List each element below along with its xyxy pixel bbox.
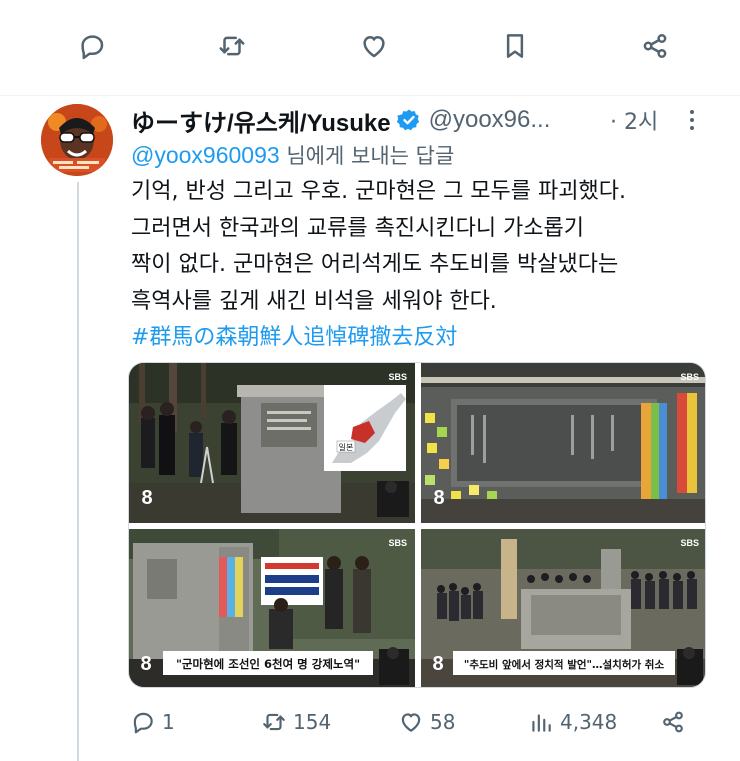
tweet-text-line: 그러면서 한국과의 교류를 촉진시킨다니 가소롭기	[131, 215, 585, 241]
verified-badge-icon	[396, 109, 419, 131]
display-name[interactable]: ゆーすけ/유스케/Yusuke	[131, 103, 391, 138]
bookmark-icon[interactable]	[497, 28, 533, 64]
media-image-memorial-plaque[interactable]: SBS 8	[421, 363, 706, 523]
views-button[interactable]: 4,348	[528, 700, 617, 744]
reply-to-line: @yoox960093 님에게 보내는 답글	[131, 140, 454, 170]
avatar[interactable]	[41, 104, 113, 176]
media-image-memorial-crowd[interactable]: SBS 8 "추도비 앞에서 정치적 발언"…설치허가 취소	[421, 529, 706, 688]
tweet-text-line: 흑역사를 깊게 새긴 비석을 세워야 한다.	[131, 288, 497, 314]
broadcaster-logo: SBS	[680, 538, 699, 548]
channel-logo: 8	[432, 653, 443, 675]
timestamp[interactable]: · 2시	[610, 102, 658, 138]
reply-to-suffix: 님에게 보내는 답글	[279, 144, 455, 168]
tweet-actions: 1 154 58 4,348	[130, 700, 710, 744]
share-icon	[663, 711, 683, 733]
reply-icon[interactable]	[74, 28, 110, 64]
channel-logo: 8	[433, 487, 444, 509]
reply-count: 1	[162, 710, 175, 734]
share-button[interactable]	[660, 700, 692, 744]
media-image-memorial-map[interactable]: 일본 SBS 8	[129, 363, 415, 523]
news-caption: "추도비 앞에서 정치적 발언"…설치허가 취소	[464, 658, 665, 671]
retweet-icon	[263, 713, 285, 731]
tweet-text-line: 기억, 반성 그리고 우호. 군마현은 그 모두를 파괴했다.	[131, 179, 626, 204]
channel-logo: 8	[141, 487, 152, 509]
handle[interactable]: @yoox96...	[429, 106, 551, 134]
more-options-icon[interactable]	[682, 104, 702, 136]
media-grid: 일본 SBS 8 SBS 8 SBS 8 "군마현에 조선인 6천여 명 강제노…	[128, 362, 706, 688]
like-icon[interactable]	[356, 28, 392, 64]
broadcaster-logo: SBS	[680, 372, 699, 382]
channel-logo: 8	[140, 653, 151, 675]
tweet-text-line: 짝이 없다. 군마현은 어리석게도 추도비를 박살냈다는	[131, 252, 619, 277]
reply-button[interactable]: 1	[130, 700, 175, 744]
media-image-memorial-banner[interactable]: SBS 8 "군마현에 조선인 6천여 명 강제노역"	[129, 529, 415, 688]
retweet-count: 154	[293, 710, 332, 734]
previous-tweet-actions	[0, 0, 740, 96]
tweet-text: 기억, 반성 그리고 우호. 군마현은 그 모두를 파괴했다. 그러면서 한국과…	[131, 174, 721, 357]
like-count: 58	[430, 710, 456, 734]
reply-to-mention[interactable]: @yoox960093	[131, 142, 280, 168]
news-caption: "군마현에 조선인 6천여 명 강제노역"	[176, 657, 360, 671]
map-label: 일본	[339, 443, 354, 452]
reply-icon	[133, 712, 153, 734]
retweet-icon[interactable]	[214, 28, 250, 64]
like-button[interactable]: 58	[398, 700, 455, 744]
like-icon	[401, 713, 421, 732]
thread-line	[77, 182, 79, 761]
views-count: 4,348	[560, 710, 618, 734]
tweet-header: ゆーすけ/유스케/Yusuke @yoox96...	[131, 102, 550, 138]
views-icon	[532, 714, 551, 732]
retweet-button[interactable]: 154	[261, 700, 331, 744]
broadcaster-logo: SBS	[388, 538, 407, 548]
hashtag-link[interactable]: #群馬の森朝鮮人追悼碑撤去反対	[131, 320, 721, 357]
broadcaster-logo: SBS	[388, 372, 407, 382]
share-icon[interactable]	[637, 28, 673, 64]
